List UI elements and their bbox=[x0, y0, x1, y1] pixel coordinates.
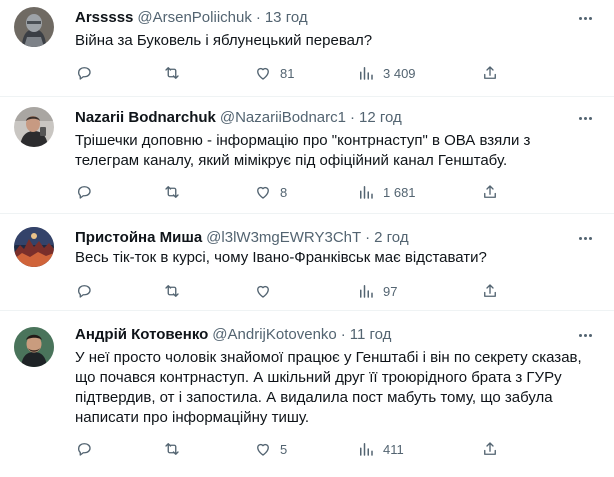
views-button[interactable]: 1 681 bbox=[357, 182, 416, 202]
views-button[interactable]: 411 bbox=[357, 439, 404, 459]
author-handle[interactable]: @l3lW3mgEWRY3ChT bbox=[206, 228, 361, 248]
reply-icon bbox=[78, 443, 91, 456]
share-button[interactable] bbox=[481, 63, 499, 83]
views-button[interactable]: 3 409 bbox=[357, 63, 416, 83]
tweet-text: У неї просто чоловік знайомої працює у Г… bbox=[75, 349, 582, 426]
reply-feed: Arsssss @ArsenPoliichuk · 13 год Війна з… bbox=[0, 0, 614, 477]
views-icon bbox=[360, 186, 373, 199]
share-button[interactable] bbox=[481, 439, 499, 459]
share-icon bbox=[484, 284, 496, 297]
share-icon bbox=[484, 66, 496, 79]
timestamp[interactable]: 11 год bbox=[350, 325, 392, 345]
reply-icon bbox=[78, 186, 91, 199]
like-button[interactable]: 5 bbox=[254, 439, 287, 459]
views-button[interactable]: 97 bbox=[357, 281, 397, 301]
views-icon bbox=[360, 67, 373, 80]
tweet[interactable]: Андрій Котовенко @AndrijKotovenko · 11 г… bbox=[0, 311, 614, 477]
retweet-button[interactable] bbox=[163, 63, 189, 83]
tweet-text: Трішечки доповню - інформацію про "контр… bbox=[75, 132, 531, 169]
retweet-icon bbox=[165, 67, 179, 79]
timestamp[interactable]: 12 год bbox=[359, 108, 402, 128]
reply-icon bbox=[78, 285, 91, 298]
timestamp[interactable]: 13 год bbox=[265, 8, 308, 28]
action-bar: 5 411 bbox=[0, 439, 614, 459]
share-icon bbox=[484, 185, 496, 198]
view-count: 3 409 bbox=[383, 65, 416, 81]
separator: · bbox=[340, 326, 346, 343]
avatar[interactable] bbox=[14, 227, 54, 267]
avatar[interactable] bbox=[14, 107, 54, 147]
separator: · bbox=[365, 229, 371, 246]
author-handle[interactable]: @AndrijKotovenko bbox=[212, 325, 336, 345]
share-icon bbox=[484, 442, 496, 455]
share-button[interactable] bbox=[481, 281, 499, 301]
tweet[interactable]: Arsssss @ArsenPoliichuk · 13 год Війна з… bbox=[0, 0, 614, 97]
reply-button[interactable] bbox=[75, 182, 101, 202]
tweet[interactable]: Nazarii Bodnarchuk @NazariiBodnarc1 · 12… bbox=[0, 97, 614, 214]
view-count: 1 681 bbox=[383, 184, 416, 200]
heart-icon bbox=[257, 443, 269, 456]
separator: · bbox=[350, 109, 355, 126]
heart-icon bbox=[257, 67, 269, 80]
retweet-icon bbox=[165, 443, 179, 455]
reply-button[interactable] bbox=[75, 63, 101, 83]
share-button[interactable] bbox=[481, 182, 499, 202]
like-button[interactable] bbox=[254, 281, 280, 301]
reply-button[interactable] bbox=[75, 439, 101, 459]
retweet-icon bbox=[165, 285, 179, 297]
avatar[interactable] bbox=[14, 327, 54, 367]
author-name[interactable]: Андрій Котовенко bbox=[75, 325, 208, 345]
retweet-button[interactable] bbox=[163, 439, 189, 459]
more-icon[interactable] bbox=[574, 108, 596, 128]
author-name[interactable]: Nazarii Bodnarchuk bbox=[75, 108, 216, 128]
like-count: 81 bbox=[280, 65, 295, 81]
retweet-button[interactable] bbox=[163, 281, 189, 301]
action-bar: 81 3 409 bbox=[0, 63, 614, 83]
author-name[interactable]: Arsssss bbox=[75, 8, 133, 28]
retweet-icon bbox=[165, 186, 179, 198]
heart-icon bbox=[257, 285, 269, 298]
heart-icon bbox=[257, 186, 269, 199]
like-count: 8 bbox=[280, 184, 288, 200]
avatar[interactable] bbox=[14, 7, 54, 47]
like-count: 5 bbox=[280, 441, 288, 457]
tweet-text: Весь тік-ток в курсі, чому Івано-Франків… bbox=[75, 249, 487, 266]
more-icon[interactable] bbox=[574, 228, 596, 248]
action-bar: 97 bbox=[0, 281, 614, 301]
action-bar: 8 1 681 bbox=[0, 182, 614, 202]
author-handle[interactable]: @NazariiBodnarc1 bbox=[220, 108, 346, 128]
tweet[interactable]: Пристойна Миша @l3lW3mgEWRY3ChT · 2 год … bbox=[0, 214, 614, 311]
like-button[interactable]: 8 bbox=[254, 182, 287, 202]
view-count: 97 bbox=[383, 283, 398, 299]
more-icon[interactable] bbox=[574, 325, 596, 345]
reply-icon bbox=[78, 67, 91, 80]
views-icon bbox=[360, 443, 373, 456]
views-icon bbox=[360, 285, 373, 298]
retweet-button[interactable] bbox=[163, 182, 189, 202]
view-count: 411 bbox=[383, 441, 404, 457]
tweet-text: Війна за Буковель і яблунецький перевал? bbox=[75, 32, 373, 49]
more-icon[interactable] bbox=[574, 8, 596, 28]
author-handle[interactable]: @ArsenPoliichuk bbox=[137, 8, 251, 28]
reply-button[interactable] bbox=[75, 281, 101, 301]
author-name[interactable]: Пристойна Миша bbox=[75, 228, 202, 248]
timestamp[interactable]: 2 год bbox=[374, 228, 408, 248]
separator: · bbox=[255, 9, 261, 26]
like-button[interactable]: 81 bbox=[254, 63, 294, 83]
